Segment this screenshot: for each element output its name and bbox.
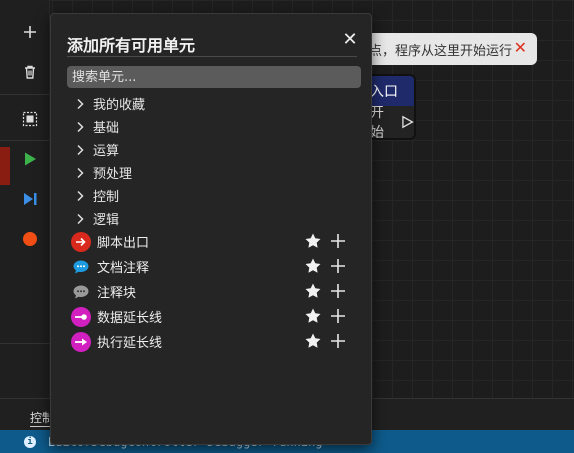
step-button[interactable] xyxy=(14,183,46,215)
add-icon[interactable] xyxy=(329,307,347,325)
search-input[interactable] xyxy=(67,66,361,88)
add-node-button[interactable] xyxy=(14,16,46,48)
category-label: 运算 xyxy=(93,144,120,159)
hint-close-icon[interactable]: ✕ xyxy=(514,39,527,57)
chevron-right-icon xyxy=(75,98,93,110)
chevron-right-icon xyxy=(75,213,93,225)
active-marker xyxy=(0,147,10,185)
unit-label: 数据延长线 xyxy=(97,311,163,326)
unit-item-script-exit[interactable]: 脚本出口 xyxy=(71,229,351,254)
category-list: 我的收藏 基础 运算 预处理 控制 逻辑 xyxy=(75,92,145,230)
category-label: 我的收藏 xyxy=(93,98,146,113)
comment-bubble-icon xyxy=(71,257,91,277)
trash-icon xyxy=(25,65,35,79)
category-label: 预处理 xyxy=(93,167,133,182)
popup-title: 添加所有可用单元 xyxy=(67,36,196,55)
unit-item-data-wire[interactable]: 数据延长线 xyxy=(71,304,351,329)
unit-item-exec-wire[interactable]: 执行延长线 xyxy=(71,329,351,354)
run-button[interactable] xyxy=(14,143,46,175)
unit-label: 执行延长线 xyxy=(97,336,163,351)
unit-item-doc-comment[interactable]: 文档注释 xyxy=(71,254,351,279)
select-all-button[interactable] xyxy=(14,103,46,135)
toolbar-divider xyxy=(0,94,50,95)
popup-divider xyxy=(67,56,357,57)
unit-list: 脚本出口 文档注释 注释块 数据延长线 执行延长线 xyxy=(71,229,351,354)
category-favorites[interactable]: 我的收藏 xyxy=(75,92,145,115)
exit-arrow-icon xyxy=(71,231,91,252)
exec-output-icon xyxy=(401,115,414,129)
plus-icon xyxy=(24,26,36,38)
category-preprocess[interactable]: 预处理 xyxy=(75,161,145,184)
hint-bubble: 点，程序从这里开始运行 ✕ xyxy=(355,33,537,65)
category-basic[interactable]: 基础 xyxy=(75,115,145,138)
category-logic[interactable]: 逻辑 xyxy=(75,207,145,230)
add-icon[interactable] xyxy=(329,282,347,300)
hint-text: 点，程序从这里开始运行 xyxy=(369,43,513,59)
delete-button[interactable] xyxy=(14,56,46,88)
info-icon: i xyxy=(24,435,36,448)
category-operations[interactable]: 运算 xyxy=(75,138,145,161)
left-toolbar xyxy=(0,0,50,400)
comment-block-icon xyxy=(71,282,91,302)
star-icon[interactable] xyxy=(304,232,322,250)
chevron-right-icon xyxy=(75,167,93,179)
unit-item-comment-block[interactable]: 注释块 xyxy=(71,279,351,304)
select-all-icon xyxy=(22,111,38,127)
category-control[interactable]: 控制 xyxy=(75,184,145,207)
data-wire-icon xyxy=(71,306,91,327)
close-icon[interactable]: ✕ xyxy=(341,30,359,50)
unit-label: 脚本出口 xyxy=(97,236,150,251)
unit-label: 注释块 xyxy=(97,286,137,301)
star-icon[interactable] xyxy=(304,257,322,275)
add-unit-popup: 添加所有可用单元 ✕ 我的收藏 基础 运算 预处理 控制 逻辑 xyxy=(50,13,372,445)
chevron-right-icon xyxy=(75,144,93,156)
step-icon xyxy=(24,193,37,205)
play-icon xyxy=(25,152,36,166)
unit-label: 文档注释 xyxy=(97,261,150,276)
category-label: 基础 xyxy=(93,121,120,136)
record-button[interactable] xyxy=(14,223,46,255)
chevron-right-icon xyxy=(75,121,93,133)
category-label: 控制 xyxy=(93,190,120,205)
star-icon[interactable] xyxy=(304,332,322,350)
toolbar-divider xyxy=(0,343,50,344)
entry-node-body-label: 开始 xyxy=(370,105,384,140)
star-icon[interactable] xyxy=(304,307,322,325)
exec-wire-icon xyxy=(71,331,91,352)
chevron-right-icon xyxy=(75,190,93,202)
add-icon[interactable] xyxy=(329,332,347,350)
category-label: 逻辑 xyxy=(93,213,120,228)
star-icon[interactable] xyxy=(304,282,322,300)
add-icon[interactable] xyxy=(329,232,347,250)
add-icon[interactable] xyxy=(329,257,347,275)
toolbar-divider xyxy=(0,140,50,141)
record-icon xyxy=(23,232,37,246)
